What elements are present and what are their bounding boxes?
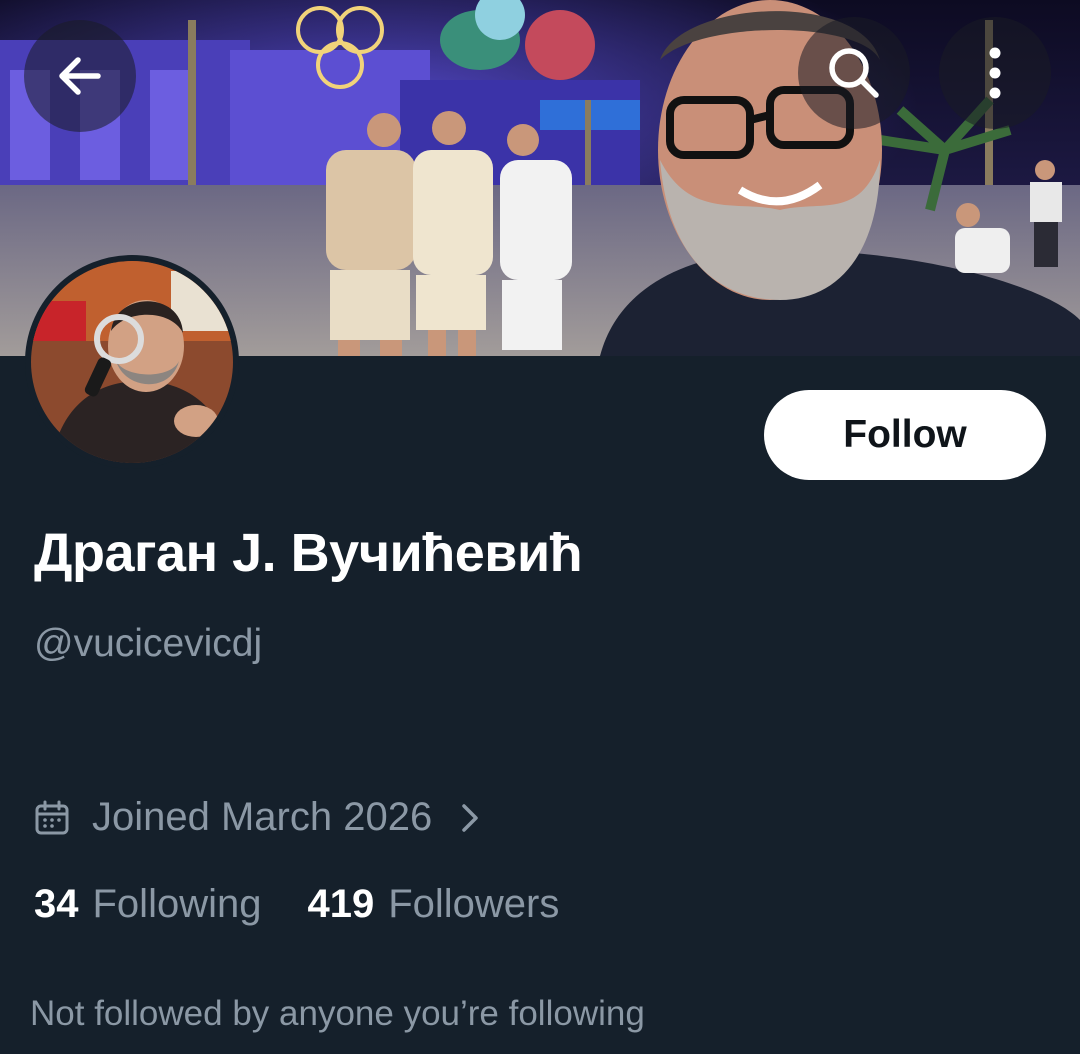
back-button[interactable] (24, 20, 136, 132)
search-icon (829, 48, 879, 98)
avatar[interactable] (25, 255, 239, 469)
arrow-left-icon (59, 57, 101, 95)
joined-date-row[interactable]: Joined March 2026 (34, 795, 480, 840)
follow-stats: 34 Following 419 Followers (34, 882, 559, 927)
search-button[interactable] (798, 17, 910, 129)
followers-label: Followers (388, 882, 560, 926)
username-handle: @vucicevicdj (34, 622, 263, 665)
following-label: Following (92, 882, 262, 926)
chevron-right-icon (462, 803, 478, 832)
display-name: Драган J. Вучићевић (34, 523, 583, 583)
mutual-followers-note: Not followed by anyone you’re following (30, 994, 645, 1033)
followers-count: 419 (307, 882, 375, 926)
follow-button[interactable]: Follow (764, 390, 1046, 480)
followers-link[interactable]: 419 Followers (307, 882, 559, 927)
calendar-icon (35, 800, 69, 834)
more-vertical-icon (989, 47, 1001, 99)
joined-date: Joined March 2026 (92, 795, 433, 839)
following-link[interactable]: 34 Following (34, 882, 261, 927)
more-options-button[interactable] (939, 17, 1051, 129)
following-count: 34 (34, 882, 79, 926)
profile-photo (31, 261, 233, 463)
